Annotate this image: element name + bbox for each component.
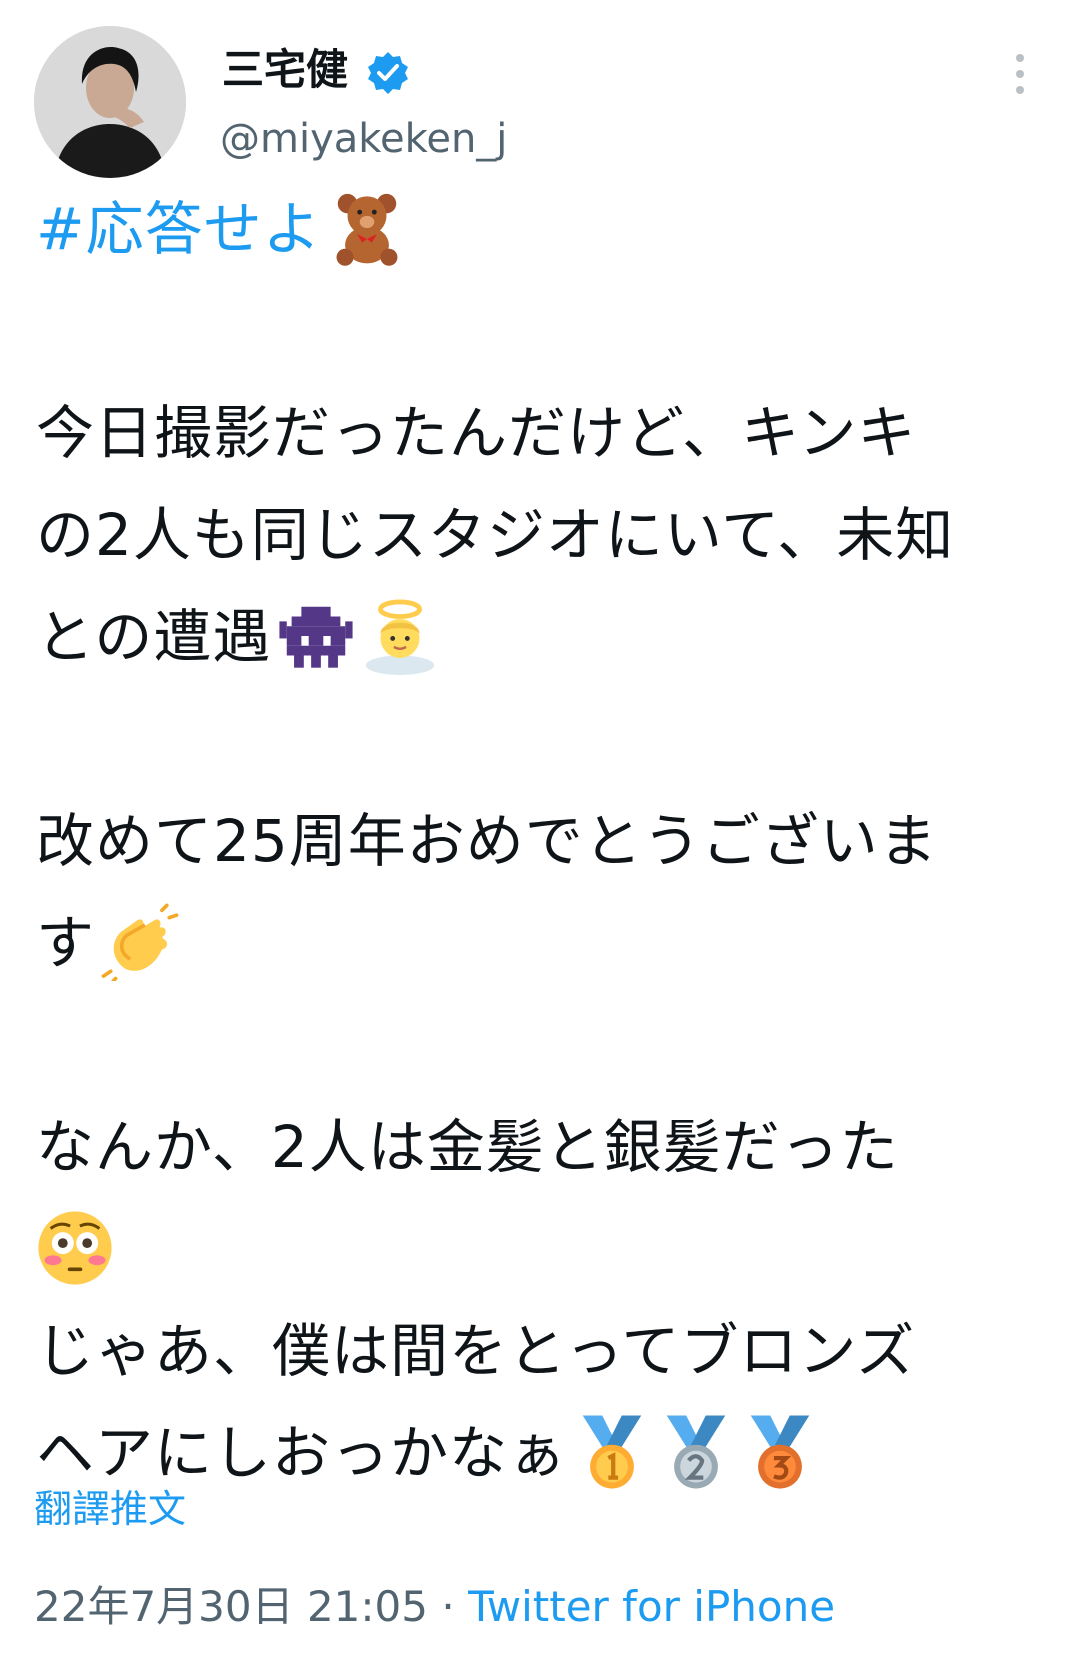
tweet-line: #応答せよ: [36, 178, 1056, 280]
angel-emoji: [361, 597, 439, 675]
tweet-line: 改めて25周年おめでとうございま: [36, 807, 938, 875]
tweet-line-text: す: [36, 909, 96, 977]
meta-separator: ·: [428, 1582, 469, 1631]
clapping-hands-emoji: [101, 903, 179, 981]
translate-tweet-link[interactable]: 翻譯推文: [34, 1484, 186, 1534]
avatar[interactable]: [34, 26, 186, 178]
more-dot-icon: [1016, 86, 1024, 94]
profile-photo-icon: [34, 26, 186, 178]
tweet-line: との遭遇: [36, 586, 1056, 688]
tweet-card: 三宅健 @miyakeken_j #応答せよ 今日撮影だったんだけど、キンキ の…: [0, 0, 1080, 1666]
alien-monster-emoji: [277, 597, 355, 675]
tweet-metadata: 22年7月30日 21:05 · Twitter for iPhone: [34, 1580, 835, 1634]
more-dot-icon: [1016, 54, 1024, 62]
tweet-timestamp[interactable]: 22年7月30日 21:05: [34, 1582, 428, 1631]
tweet-text: #応答せよ 今日撮影だったんだけど、キンキ の2人も同じスタジオにいて、未知 と…: [36, 178, 1056, 1504]
tweet-line-text: ヘアにしおっかなぁ: [36, 1419, 568, 1487]
tweet-line: なんか、2人は金髪と銀髪だった: [36, 1113, 899, 1181]
tweet-line: す: [36, 892, 1056, 994]
teddy-bear-emoji: [328, 189, 406, 267]
user-handle[interactable]: @miyakeken_j: [220, 114, 507, 164]
silver-medal-emoji: [657, 1413, 735, 1491]
tweet-line-text: との遭遇: [36, 603, 272, 671]
flushed-face-emoji: [36, 1209, 114, 1287]
tweet-line: [36, 1198, 1056, 1300]
gold-medal-emoji: [573, 1413, 651, 1491]
tweet-line: じゃあ、僕は間をとってブロンズ: [36, 1317, 916, 1385]
more-dot-icon: [1016, 70, 1024, 78]
bronze-medal-emoji: [741, 1413, 819, 1491]
tweet-line: 今日撮影だったんだけど、キンキ: [36, 399, 917, 467]
tweet-line: の2人も同じスタジオにいて、未知: [36, 501, 955, 569]
tweet-source-link[interactable]: Twitter for iPhone: [468, 1582, 835, 1631]
display-name[interactable]: 三宅健: [222, 44, 348, 96]
hashtag-link[interactable]: #応答せよ: [36, 195, 322, 263]
verified-badge-icon: [368, 52, 408, 94]
tweet-line: ヘアにしおっかなぁ: [36, 1402, 1056, 1504]
more-options-button[interactable]: [1006, 50, 1034, 98]
